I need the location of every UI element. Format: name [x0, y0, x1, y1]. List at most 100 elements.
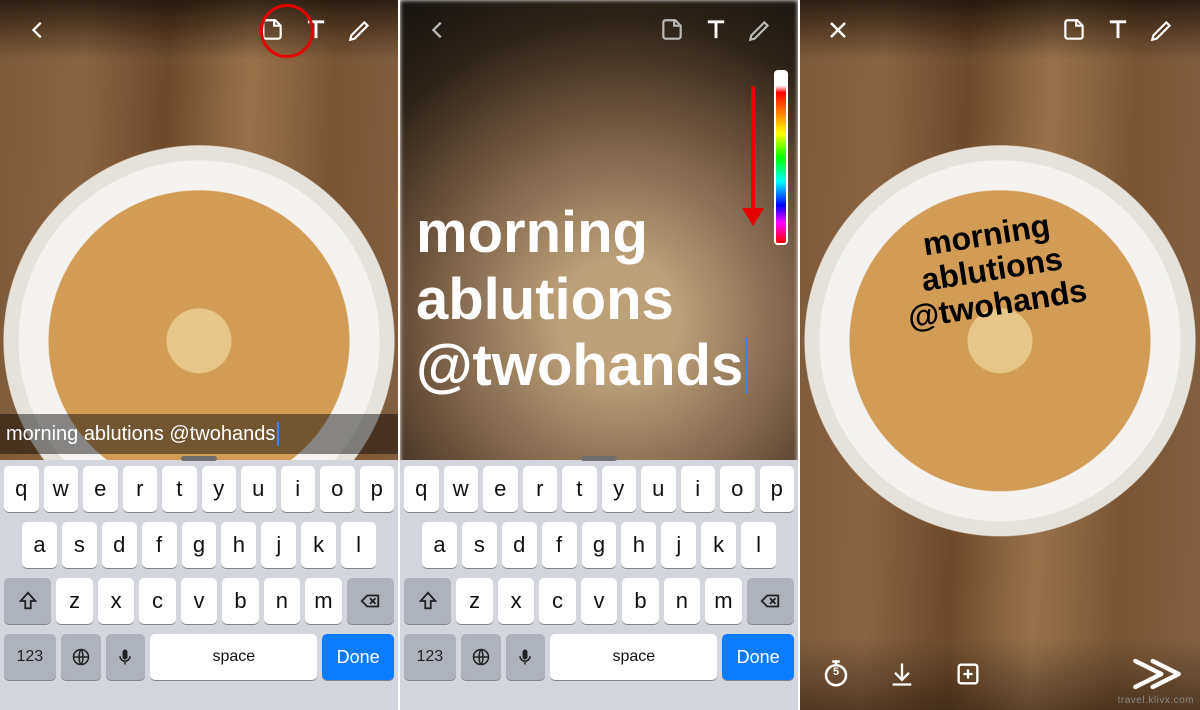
key-k[interactable]: k — [701, 522, 736, 568]
key-c[interactable]: c — [539, 578, 575, 624]
key-p[interactable]: p — [360, 466, 395, 512]
caption-input-bar[interactable]: morning ablutions @twohands — [0, 414, 398, 454]
save-button[interactable] — [880, 652, 924, 696]
back-button[interactable] — [16, 8, 60, 52]
key-m[interactable]: m — [305, 578, 341, 624]
key-shift[interactable] — [4, 578, 51, 624]
text-line-3: @twohands — [416, 333, 743, 398]
key-s[interactable]: s — [62, 522, 97, 568]
key-f[interactable]: f — [142, 522, 177, 568]
key-b[interactable]: b — [222, 578, 258, 624]
key-q[interactable]: q — [404, 466, 439, 512]
editor-topbar — [400, 0, 798, 60]
key-g[interactable]: g — [182, 522, 217, 568]
large-text-overlay[interactable]: morning ablutions @twohands — [416, 200, 788, 400]
key-y[interactable]: y — [202, 466, 237, 512]
key-x[interactable]: x — [498, 578, 534, 624]
key-u[interactable]: u — [641, 466, 676, 512]
sticker-icon[interactable] — [250, 8, 294, 52]
keyboard-handle[interactable] — [181, 456, 217, 461]
close-button[interactable] — [816, 8, 860, 52]
draw-tool-icon[interactable] — [738, 8, 782, 52]
timer-button[interactable]: 5 — [814, 652, 858, 696]
key-i[interactable]: i — [681, 466, 716, 512]
key-w[interactable]: w — [44, 466, 79, 512]
key-done[interactable]: Done — [322, 634, 394, 680]
key-numeric[interactable]: 123 — [4, 634, 56, 680]
timer-value: 5 — [814, 666, 858, 678]
ios-keyboard: q w e r t y u i o p a s d f g h j k l — [400, 460, 798, 710]
keyboard-handle[interactable] — [581, 456, 617, 461]
key-o[interactable]: o — [720, 466, 755, 512]
text-cursor — [745, 337, 748, 393]
key-o[interactable]: o — [320, 466, 355, 512]
key-b[interactable]: b — [622, 578, 658, 624]
key-mic[interactable] — [506, 634, 546, 680]
key-d[interactable]: d — [102, 522, 137, 568]
key-space[interactable]: space — [550, 634, 717, 680]
key-y[interactable]: y — [602, 466, 637, 512]
key-globe[interactable] — [61, 634, 101, 680]
photo-background — [800, 0, 1200, 710]
key-globe[interactable] — [461, 634, 501, 680]
key-a[interactable]: a — [22, 522, 57, 568]
panel-1: morning ablutions @twohands q w e r t y … — [0, 0, 400, 710]
back-button[interactable] — [416, 8, 460, 52]
color-slider[interactable] — [774, 70, 788, 245]
key-a[interactable]: a — [422, 522, 457, 568]
key-j[interactable]: j — [661, 522, 696, 568]
key-numeric[interactable]: 123 — [404, 634, 456, 680]
key-i[interactable]: i — [281, 466, 316, 512]
key-r[interactable]: r — [123, 466, 158, 512]
key-n[interactable]: n — [664, 578, 700, 624]
key-r[interactable]: r — [523, 466, 558, 512]
key-u[interactable]: u — [241, 466, 276, 512]
draw-tool-icon[interactable] — [1140, 8, 1184, 52]
key-z[interactable]: z — [456, 578, 492, 624]
add-story-button[interactable] — [946, 652, 990, 696]
key-f[interactable]: f — [542, 522, 577, 568]
key-mic[interactable] — [106, 634, 146, 680]
key-j[interactable]: j — [261, 522, 296, 568]
sticker-icon[interactable] — [1052, 8, 1096, 52]
key-s[interactable]: s — [462, 522, 497, 568]
text-tool-icon[interactable] — [1096, 8, 1140, 52]
key-g[interactable]: g — [582, 522, 617, 568]
key-w[interactable]: w — [444, 466, 479, 512]
key-z[interactable]: z — [56, 578, 92, 624]
key-m[interactable]: m — [705, 578, 741, 624]
send-button[interactable] — [1128, 652, 1186, 696]
key-shift[interactable] — [404, 578, 451, 624]
key-backspace[interactable] — [747, 578, 794, 624]
draw-tool-icon[interactable] — [338, 8, 382, 52]
key-h[interactable]: h — [621, 522, 656, 568]
key-t[interactable]: t — [562, 466, 597, 512]
key-e[interactable]: e — [83, 466, 118, 512]
key-c[interactable]: c — [139, 578, 175, 624]
key-k[interactable]: k — [301, 522, 336, 568]
text-tool-icon[interactable] — [294, 8, 338, 52]
snap-bottombar: 5 — [800, 638, 1200, 710]
key-done[interactable]: Done — [722, 634, 794, 680]
key-t[interactable]: t — [162, 466, 197, 512]
key-x[interactable]: x — [98, 578, 134, 624]
key-d[interactable]: d — [502, 522, 537, 568]
key-backspace[interactable] — [347, 578, 394, 624]
sticker-icon[interactable] — [650, 8, 694, 52]
text-cursor — [277, 422, 279, 446]
key-e[interactable]: e — [483, 466, 518, 512]
text-line-2: ablutions — [416, 267, 674, 332]
panel-2: morning ablutions @twohands q w e r t y … — [400, 0, 800, 710]
key-p[interactable]: p — [760, 466, 795, 512]
key-h[interactable]: h — [221, 522, 256, 568]
key-l[interactable]: l — [741, 522, 776, 568]
ios-keyboard: q w e r t y u i o p a s d f g h j k l — [0, 460, 398, 710]
key-v[interactable]: v — [581, 578, 617, 624]
key-space[interactable]: space — [150, 634, 317, 680]
text-tool-icon[interactable] — [694, 8, 738, 52]
key-n[interactable]: n — [264, 578, 300, 624]
text-line-1: morning — [416, 200, 648, 265]
key-l[interactable]: l — [341, 522, 376, 568]
key-q[interactable]: q — [4, 466, 39, 512]
key-v[interactable]: v — [181, 578, 217, 624]
